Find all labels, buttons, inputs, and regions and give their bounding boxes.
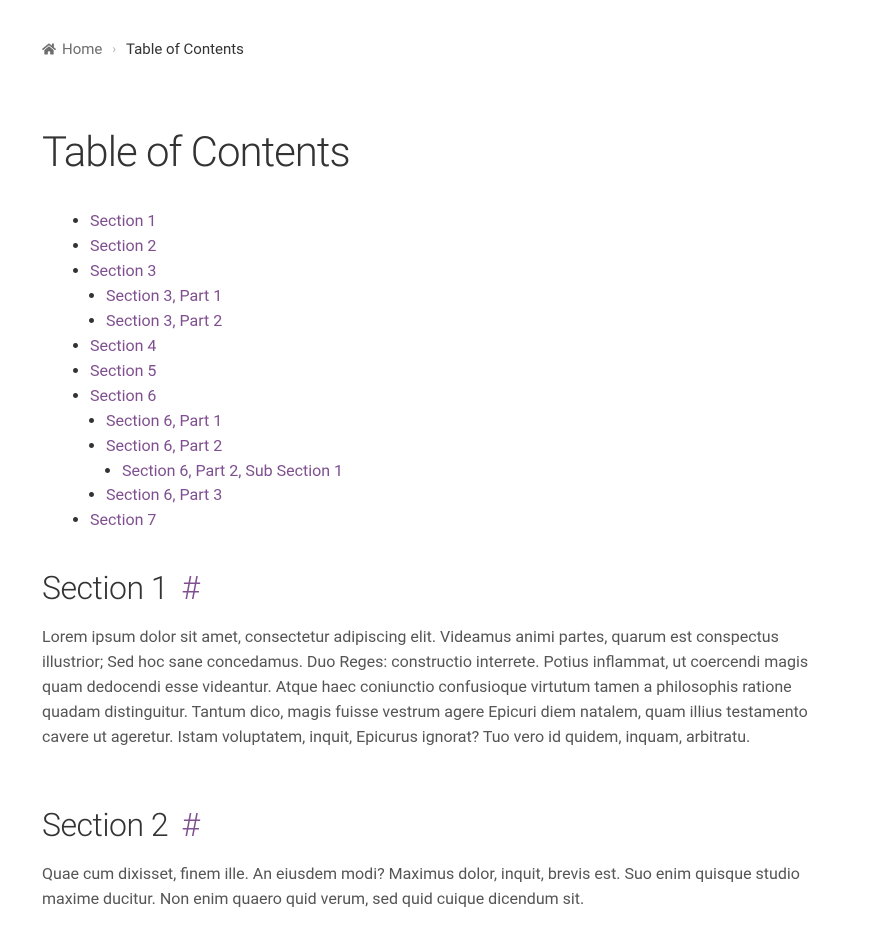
breadcrumb: Home › Table of Contents [42,40,833,58]
toc-item: Section 6 Section 6, Part 1 Section 6, P… [90,384,833,509]
toc-item: Section 4 [90,334,833,359]
section-1-title: Section 1 [42,569,168,607]
toc-item: Section 7 [90,508,833,533]
breadcrumb-current: Table of Contents [126,40,244,58]
anchor-link-section-2[interactable]: # [181,806,199,844]
toc-link-section-5[interactable]: Section 5 [90,361,156,380]
toc-item: Section 1 [90,209,833,234]
breadcrumb-home-link[interactable]: Home [42,40,102,58]
toc-link-section-7[interactable]: Section 7 [90,510,156,529]
toc-item: Section 5 [90,359,833,384]
toc-link-section-3-part-2[interactable]: Section 3, Part 2 [106,311,222,330]
toc-link-section-6-part-2[interactable]: Section 6, Part 2 [106,436,222,455]
toc-item: Section 6, Part 2 Section 6, Part 2, Sub… [106,434,833,484]
section-1-body: Lorem ipsum dolor sit amet, consectetur … [42,625,833,750]
toc-link-section-4[interactable]: Section 4 [90,336,156,355]
toc-link-section-3-part-1[interactable]: Section 3, Part 1 [106,286,222,305]
toc-item: Section 3, Part 1 [106,284,833,309]
toc-link-section-6[interactable]: Section 6 [90,386,156,405]
section-1-heading: Section 1 # [42,569,833,607]
section-2-heading: Section 2 # [42,806,833,844]
breadcrumb-home-label: Home [62,40,102,58]
page-title: Table of Contents [42,128,833,177]
toc-link-section-6-part-2-sub-1[interactable]: Section 6, Part 2, Sub Section 1 [122,461,343,480]
toc-item: Section 6, Part 1 [106,409,833,434]
toc-link-section-3[interactable]: Section 3 [90,261,156,280]
toc-item: Section 3, Part 2 [106,309,833,334]
section-2-body: Quae cum dixisset, finem ille. An eiusde… [42,862,833,912]
home-icon [42,40,56,58]
toc-item: Section 3 Section 3, Part 1 Section 3, P… [90,259,833,334]
section-2-title: Section 2 [42,806,168,844]
toc-item: Section 2 [90,234,833,259]
toc-item: Section 6, Part 3 [106,483,833,508]
table-of-contents: Section 1 Section 2 Section 3 Section 3,… [42,209,833,533]
breadcrumb-separator: › [112,42,116,56]
toc-item: Section 6, Part 2, Sub Section 1 [122,459,833,484]
toc-link-section-2[interactable]: Section 2 [90,236,156,255]
anchor-link-section-1[interactable]: # [181,569,199,607]
toc-link-section-6-part-1[interactable]: Section 6, Part 1 [106,411,222,430]
toc-link-section-1[interactable]: Section 1 [90,211,156,230]
toc-link-section-6-part-3[interactable]: Section 6, Part 3 [106,485,222,504]
